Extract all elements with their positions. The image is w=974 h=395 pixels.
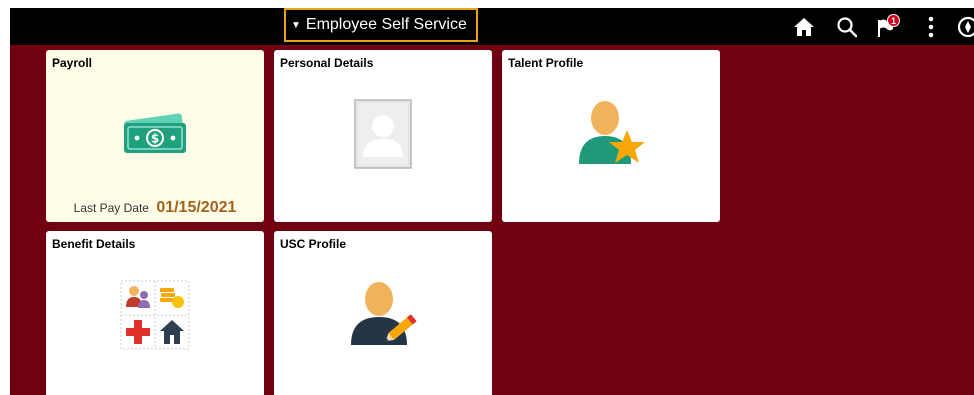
tile-benefit-details[interactable]: Benefit Details — [46, 231, 264, 395]
tile-body — [274, 80, 492, 192]
homepage-selector[interactable]: ▼ Employee Self Service — [284, 8, 478, 42]
tile-personal-details[interactable]: Personal Details — [274, 50, 492, 222]
tile-title: Benefit Details — [52, 237, 136, 251]
last-pay-date-value: 01/15/2021 — [156, 199, 237, 216]
tile-title: Personal Details — [280, 56, 374, 70]
tile-body — [46, 261, 264, 373]
home-icon[interactable] — [790, 13, 818, 41]
svg-text:$: $ — [151, 131, 159, 145]
tile-payroll[interactable]: Payroll $ Last Pay Date 01/15/2021 — [46, 50, 264, 222]
tile-title: USC Profile — [280, 237, 347, 251]
tile-body: $ — [46, 80, 264, 192]
caret-down-icon: ▼ — [291, 19, 301, 31]
tile-talent-profile[interactable]: Talent Profile — [502, 50, 720, 222]
tile-body — [502, 80, 720, 192]
last-pay-date-label: Last Pay Date — [73, 201, 149, 215]
person-placeholder-icon — [354, 98, 412, 174]
search-icon[interactable] — [833, 13, 861, 41]
navbar-icon[interactable] — [954, 13, 974, 41]
notification-flag-icon[interactable]: 1 — [872, 13, 900, 41]
tile-title: Talent Profile — [508, 56, 584, 70]
last-pay-date-row: Last Pay Date 01/15/2021 — [46, 199, 264, 217]
person-star-icon — [575, 98, 647, 175]
money-icon: $ — [120, 111, 190, 162]
benefits-grid-icon — [120, 280, 190, 355]
actions-menu-icon[interactable] — [917, 13, 945, 41]
tile-usc-profile[interactable]: USC Profile — [274, 231, 492, 395]
person-edit-icon — [347, 279, 419, 356]
top-navigation-bar: ▼ Employee Self Service 1 — [10, 8, 974, 45]
tile-title: Payroll — [52, 56, 93, 70]
app-window: ▼ Employee Self Service 1 Payroll $ Last… — [10, 8, 974, 395]
tile-body — [274, 261, 492, 373]
notification-badge: 1 — [887, 14, 900, 27]
homepage-selector-label: Employee Self Service — [305, 16, 467, 33]
